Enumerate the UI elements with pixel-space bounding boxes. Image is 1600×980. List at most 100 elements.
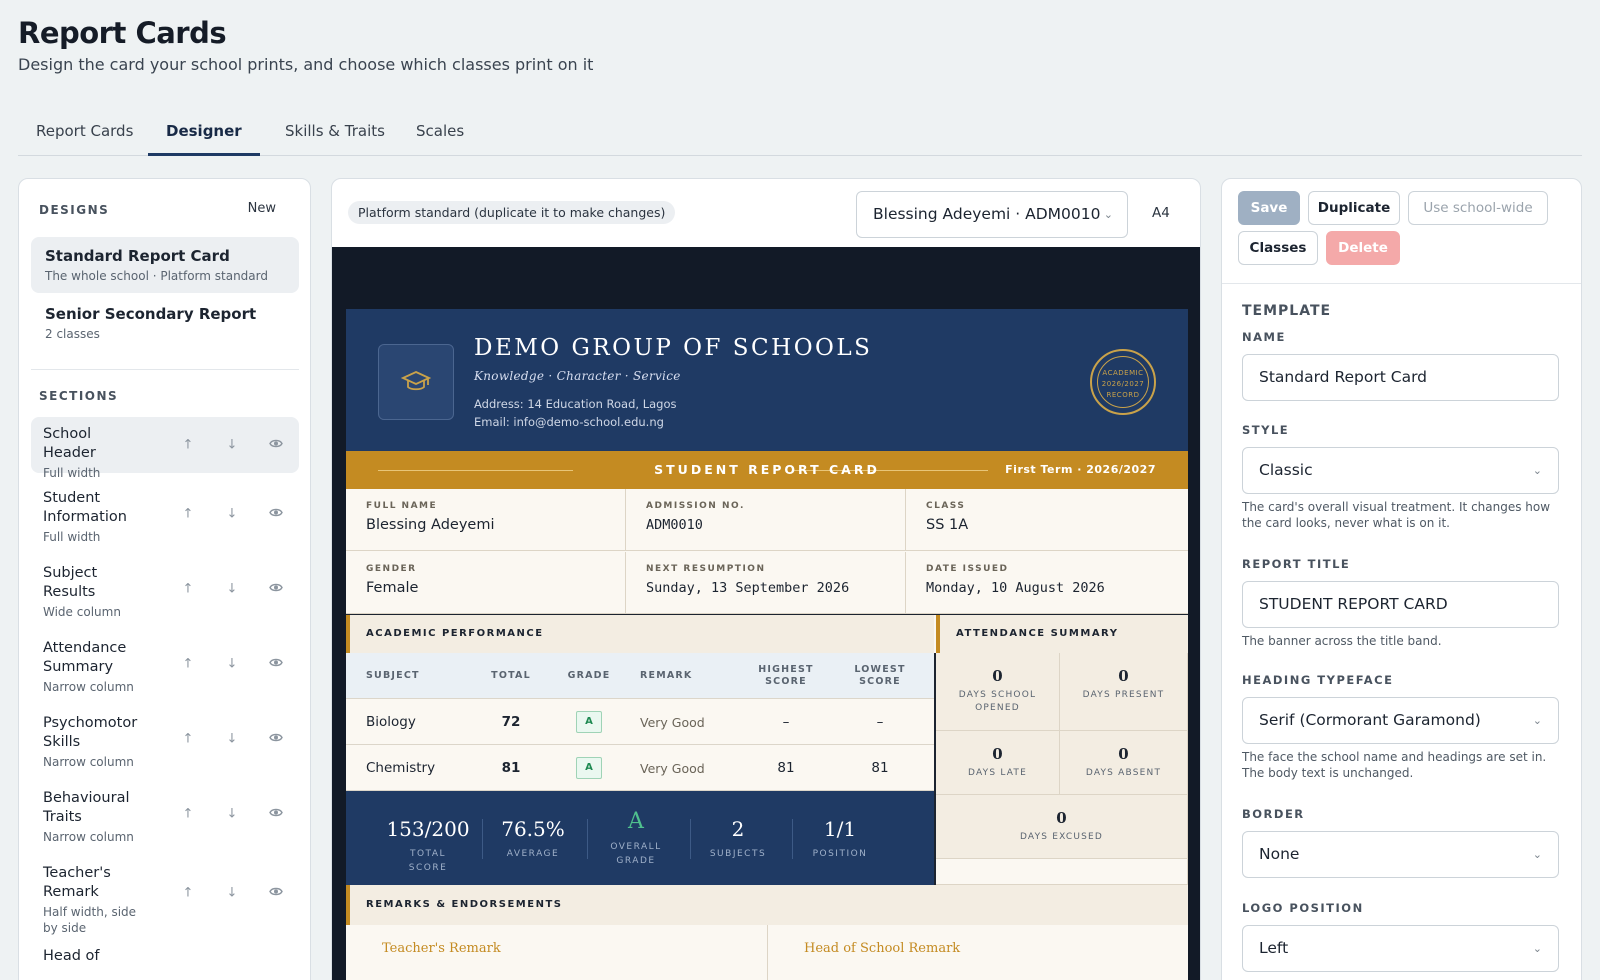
classes-button[interactable]: Classes xyxy=(1238,231,1318,265)
eye-icon[interactable] xyxy=(267,438,285,453)
border-select[interactable]: None ⌄ xyxy=(1242,831,1559,878)
section-title: School Header xyxy=(43,426,96,461)
remark-cell: Very Good xyxy=(640,760,705,776)
section-controls: ↑ ↓ xyxy=(179,807,285,822)
section-subtitle: Full width xyxy=(43,530,101,544)
section-item[interactable]: Teacher's Remark Half width, side by side… xyxy=(31,856,299,935)
tab-designer[interactable]: Designer xyxy=(148,108,260,156)
chevron-down-icon: ⌄ xyxy=(1532,464,1542,477)
teacher-remark-box: Teacher's Remark xyxy=(346,925,768,980)
arrow-up-icon[interactable]: ↑ xyxy=(179,732,197,747)
section-controls: ↑ ↓ xyxy=(179,582,285,597)
arrow-up-icon[interactable]: ↑ xyxy=(179,582,197,597)
remarks-heading: REMARKS & ENDORSEMENTS xyxy=(346,885,1188,925)
teacher-remark-title: Teacher's Remark xyxy=(382,941,501,956)
section-controls: ↑ ↓ xyxy=(179,438,285,453)
info-label: ADMISSION NO. xyxy=(646,501,745,511)
section-title: Student Information xyxy=(43,490,127,525)
summary-item: A OVERALL GRADE xyxy=(584,791,688,885)
duplicate-button[interactable]: Duplicate xyxy=(1308,191,1400,225)
attendance-cell: 0 DAYS PRESENT xyxy=(1060,653,1188,731)
info-cell: NEXT RESUMPTION Sunday, 13 September 2026 xyxy=(626,552,906,614)
seal-line: ACADEMIC xyxy=(1102,369,1144,377)
section-subtitle: Full width xyxy=(43,466,101,480)
attendance-value: 0 xyxy=(1118,667,1129,685)
attendance-value: 0 xyxy=(992,745,1003,763)
section-item[interactable]: School Header Full width ↑ ↓ xyxy=(31,417,299,480)
tab-scales[interactable]: Scales xyxy=(398,108,482,156)
eye-icon[interactable] xyxy=(267,807,285,822)
arrow-up-icon[interactable]: ↑ xyxy=(179,886,197,901)
summary-value: A xyxy=(628,809,644,834)
border-value: None xyxy=(1259,845,1300,863)
student-information: FULL NAME Blessing Adeyemi ADMISSION NO. AD… xyxy=(346,489,1188,615)
col-grade: GRADE xyxy=(567,670,611,681)
section-item[interactable]: Behavioural Traits Narrow column ↑ ↓ xyxy=(31,781,299,847)
arrow-down-icon[interactable]: ↓ xyxy=(223,438,241,453)
section-item[interactable]: Attendance Summary Narrow column ↑ ↓ xyxy=(31,631,299,697)
style-select[interactable]: Classic ⌄ xyxy=(1242,447,1559,494)
section-item[interactable]: Psychomotor Skills Narrow column ↑ ↓ xyxy=(31,706,299,772)
section-subtitle: Narrow column xyxy=(43,680,134,694)
info-cell: GENDER Female xyxy=(346,552,626,614)
eye-icon[interactable] xyxy=(267,582,285,597)
sections-heading: SECTIONS xyxy=(39,389,119,403)
tab-skills-traits[interactable]: Skills & Traits xyxy=(267,108,403,156)
attendance-label: DAYS LATE xyxy=(968,768,1027,778)
section-item[interactable]: Head of xyxy=(31,939,299,979)
arrow-up-icon[interactable]: ↑ xyxy=(179,807,197,822)
paper-size-label[interactable]: A4 xyxy=(1152,205,1170,221)
student-select[interactable]: Blessing Adeyemi · ADM0010 ⌄ xyxy=(856,191,1128,238)
eye-icon[interactable] xyxy=(267,507,285,522)
eye-icon[interactable] xyxy=(267,732,285,747)
save-button[interactable]: Save xyxy=(1238,191,1300,225)
info-value: Blessing Adeyemi xyxy=(366,517,495,533)
section-title: Psychomotor Skills xyxy=(43,715,138,750)
section-title: Head of xyxy=(43,948,100,964)
arrow-down-icon[interactable]: ↓ xyxy=(223,657,241,672)
use-school-wide-button[interactable]: Use school-wide xyxy=(1408,191,1548,225)
tab-bar: Report Cards Designer Skills & Traits Sc… xyxy=(18,108,1582,156)
arrow-up-icon[interactable]: ↑ xyxy=(179,657,197,672)
section-item[interactable]: Subject Results Wide column ↑ ↓ xyxy=(31,556,299,622)
design-item-standard[interactable]: Standard Report Card The whole school · … xyxy=(31,237,299,293)
report-title-field[interactable]: STUDENT REPORT CARD xyxy=(1242,581,1559,628)
lowest-cell: 81 xyxy=(871,760,889,776)
summary-item: 153/200 TOTAL SCORE xyxy=(376,791,480,885)
col-subject: SUBJECT xyxy=(366,670,420,681)
logo-position-select[interactable]: Left ⌄ xyxy=(1242,925,1559,972)
summary-label: POSITION xyxy=(812,849,868,859)
delete-button[interactable]: Delete xyxy=(1326,231,1400,265)
section-item[interactable]: Student Information Full width ↑ ↓ xyxy=(31,481,299,547)
attendance-label: DAYS SCHOOL OPENED xyxy=(958,690,1037,713)
arrow-up-icon[interactable]: ↑ xyxy=(179,507,197,522)
new-design-button[interactable]: New xyxy=(248,201,276,216)
info-value: Monday, 10 August 2026 xyxy=(926,580,1105,596)
table-header-row: SUBJECT TOTAL GRADE REMARK HIGHEST SCORE… xyxy=(346,653,934,699)
summary-item: 2 SUBJECTS xyxy=(686,791,790,885)
attendance-value: 0 xyxy=(1056,809,1067,827)
arrow-down-icon[interactable]: ↓ xyxy=(223,807,241,822)
design-title: Senior Secondary Report xyxy=(45,305,257,323)
eye-icon[interactable] xyxy=(267,657,285,672)
info-label: DATE ISSUED xyxy=(926,564,1009,574)
results-summary: 153/200 TOTAL SCORE 76.5% AVERAGE A OVERALL G… xyxy=(346,791,934,885)
arrow-down-icon[interactable]: ↓ xyxy=(223,582,241,597)
panel-divider xyxy=(1222,283,1581,284)
name-field[interactable]: Standard Report Card xyxy=(1242,354,1559,401)
arrow-up-icon[interactable]: ↑ xyxy=(179,438,197,453)
arrow-down-icon[interactable]: ↓ xyxy=(223,507,241,522)
heading-typeface-select[interactable]: Serif (Cormorant Garamond) ⌄ xyxy=(1242,697,1559,744)
logo-position-label: LOGO POSITION xyxy=(1242,901,1364,915)
summary-value: 76.5% xyxy=(501,817,565,841)
border-label: BORDER xyxy=(1242,807,1305,821)
section-title: Subject Results xyxy=(43,565,98,600)
arrow-down-icon[interactable]: ↓ xyxy=(223,886,241,901)
subject-cell: Biology xyxy=(366,714,416,730)
school-name: DEMO GROUP OF SCHOOLS xyxy=(474,335,873,361)
design-item-senior[interactable]: Senior Secondary Report 2 classes xyxy=(31,295,299,351)
eye-icon[interactable] xyxy=(267,886,285,901)
tab-report-cards[interactable]: Report Cards xyxy=(18,108,151,156)
total-cell: 81 xyxy=(501,760,521,776)
arrow-down-icon[interactable]: ↓ xyxy=(223,732,241,747)
